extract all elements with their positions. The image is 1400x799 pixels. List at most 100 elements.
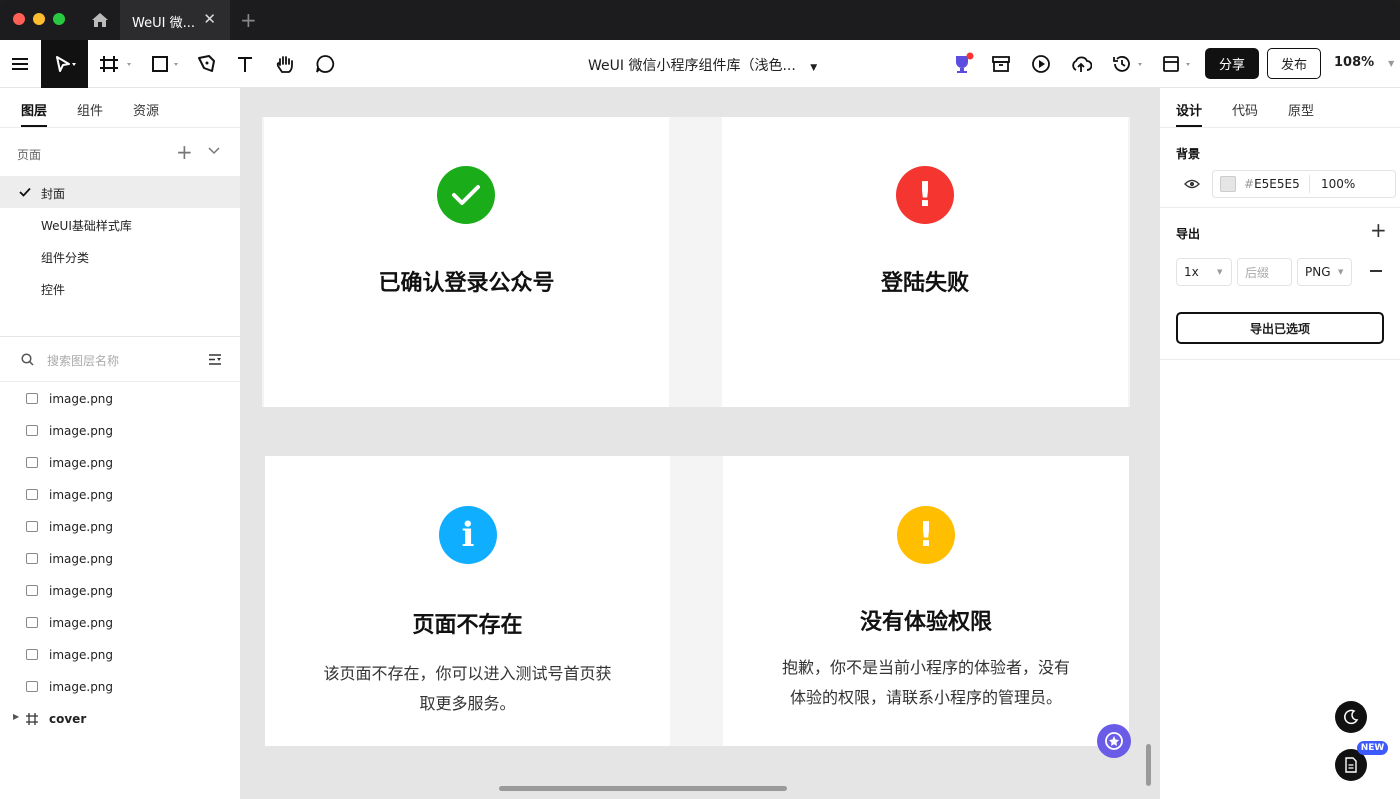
layer-item[interactable]: image.png (0, 639, 240, 671)
trophy-icon[interactable] (948, 40, 976, 88)
image-icon (26, 553, 38, 564)
layer-item[interactable]: image.png (0, 479, 240, 511)
collapse-pages-icon[interactable] (208, 147, 220, 155)
properties-panel: 设计 代码 原型 背景 # E5E5E5 100% 导出 + 1x ▼ 后缀 P… (1159, 88, 1400, 799)
menu-icon[interactable] (0, 40, 40, 88)
layer-item[interactable]: image.png (0, 543, 240, 575)
card-page-not-found[interactable]: i 页面不存在 该页面不存在，你可以进入测试号首页获 取更多服务。 (265, 456, 670, 746)
layout-icon[interactable] (1158, 40, 1196, 88)
image-icon (26, 585, 38, 596)
export-suffix-placeholder: 后缀 (1245, 265, 1270, 280)
close-tab-icon[interactable]: ✕ (203, 10, 216, 28)
image-icon (26, 393, 38, 404)
document-tab[interactable]: WeUI 微... ✕ (120, 0, 230, 40)
close-window-button[interactable] (13, 13, 25, 25)
maximize-window-button[interactable] (53, 13, 65, 25)
image-icon (26, 617, 38, 628)
remove-export-icon[interactable] (1370, 270, 1382, 272)
frame-layer-item[interactable]: ▶ cover (0, 703, 240, 735)
info-icon: i (439, 506, 497, 564)
play-icon[interactable] (1028, 40, 1054, 88)
pages-header: 页面 + (0, 128, 240, 176)
rectangle-tool-icon[interactable] (145, 40, 185, 88)
card-login-confirmed[interactable]: 已确认登录公众号 (264, 117, 669, 407)
filter-list-icon[interactable] (209, 354, 222, 366)
chevron-down-icon: ▼ (1217, 268, 1223, 276)
divider (1160, 359, 1400, 360)
ai-assistant-icon[interactable] (1097, 724, 1131, 758)
comment-tool-icon[interactable] (310, 40, 340, 88)
history-icon[interactable] (1108, 40, 1148, 88)
new-tab-icon[interactable]: + (240, 8, 257, 32)
export-selected-button[interactable]: 导出已选项 (1176, 312, 1384, 344)
page-item-label: 组件分类 (41, 251, 90, 265)
tab-assets[interactable]: 资源 (133, 100, 159, 119)
tab-layers[interactable]: 图层 (21, 100, 48, 127)
layer-item[interactable]: image.png (0, 383, 240, 415)
chevron-down-icon: ▼ (1388, 59, 1395, 68)
pen-tool-icon[interactable] (190, 40, 222, 88)
tab-components[interactable]: 组件 (77, 100, 103, 119)
horizontal-scrollbar[interactable] (499, 786, 787, 791)
upload-cloud-icon[interactable] (1066, 40, 1096, 88)
export-suffix-input[interactable]: 后缀 (1237, 258, 1292, 286)
page-item-label: 封面 (41, 187, 66, 201)
archive-icon[interactable] (988, 40, 1014, 88)
search-icon (21, 353, 34, 366)
design-canvas[interactable]: 已确认登录公众号 ! 登陆失败 i 页面不存在 该页面不存在，你可以进入测试号首… (241, 88, 1159, 799)
tab-design[interactable]: 设计 (1176, 100, 1203, 127)
layer-item[interactable]: image.png (0, 671, 240, 703)
page-item-cover[interactable]: 封面 (0, 176, 240, 208)
layer-item[interactable]: image.png (0, 511, 240, 543)
layer-label: image.png (49, 584, 114, 598)
card-description-line1: 该页面不存在，你可以进入测试号首页获 (323, 664, 612, 683)
color-swatch[interactable] (1220, 176, 1236, 192)
export-section-title: 导出 (1176, 227, 1201, 241)
document-title-text: WeUI 微信小程序组件库（浅色... (588, 58, 796, 74)
text-tool-icon[interactable] (230, 40, 260, 88)
share-button[interactable]: 分享 (1205, 48, 1259, 79)
background-color-field[interactable]: # E5E5E5 100% (1212, 170, 1396, 198)
page-item-weui-base[interactable]: WeUI基础样式库 (0, 208, 240, 240)
new-badge: NEW (1357, 741, 1388, 755)
move-tool-icon[interactable] (41, 40, 88, 88)
home-icon[interactable] (90, 10, 110, 30)
eye-icon[interactable] (1184, 179, 1200, 189)
card-title: 登陆失败 (880, 271, 969, 296)
layer-item[interactable]: image.png (0, 575, 240, 607)
layer-label: image.png (49, 552, 114, 566)
vertical-scrollbar[interactable] (1146, 744, 1151, 786)
zoom-level[interactable]: 108% ▼ (1334, 55, 1394, 70)
dark-mode-toggle-icon[interactable] (1335, 701, 1367, 733)
layer-search[interactable]: 搜索图层名称 (0, 336, 240, 382)
frame-tool-icon[interactable] (96, 40, 136, 88)
layer-label: image.png (49, 392, 114, 406)
card-no-permission[interactable]: ! 没有体验权限 抱歉，你不是当前小程序的体验者，没有 体验的权限，请联系小程序… (723, 456, 1129, 746)
layer-item[interactable]: image.png (0, 447, 240, 479)
check-icon (437, 166, 495, 224)
background-opacity-value[interactable]: 100% (1321, 177, 1355, 191)
error-icon: ! (896, 166, 954, 224)
search-input-placeholder: 搜索图层名称 (47, 354, 120, 368)
expand-arrow-icon[interactable]: ▶ (13, 712, 19, 721)
card-title: 没有体验权限 (859, 610, 992, 635)
zoom-value: 108% (1334, 55, 1375, 70)
tab-prototype[interactable]: 原型 (1288, 100, 1314, 119)
warning-icon: ! (897, 506, 955, 564)
card-login-failed[interactable]: ! 登陆失败 (722, 117, 1128, 407)
page-item-controls[interactable]: 控件 (0, 272, 240, 304)
hand-tool-icon[interactable] (270, 40, 300, 88)
hash-prefix: # (1244, 177, 1255, 191)
add-export-icon[interactable]: + (1370, 218, 1387, 242)
layer-item[interactable]: image.png (0, 415, 240, 447)
page-item-categories[interactable]: 组件分类 (0, 240, 240, 272)
export-scale-select[interactable]: 1x ▼ (1176, 258, 1232, 286)
tab-code[interactable]: 代码 (1232, 100, 1258, 119)
minimize-window-button[interactable] (33, 13, 45, 25)
document-title[interactable]: WeUI 微信小程序组件库（浅色... ▼ (588, 55, 817, 75)
background-hex-value[interactable]: E5E5E5 (1254, 177, 1300, 191)
publish-button[interactable]: 发布 (1267, 48, 1321, 79)
export-format-select[interactable]: PNG ▼ (1297, 258, 1352, 286)
layer-item[interactable]: image.png (0, 607, 240, 639)
add-page-icon[interactable]: + (176, 140, 193, 164)
